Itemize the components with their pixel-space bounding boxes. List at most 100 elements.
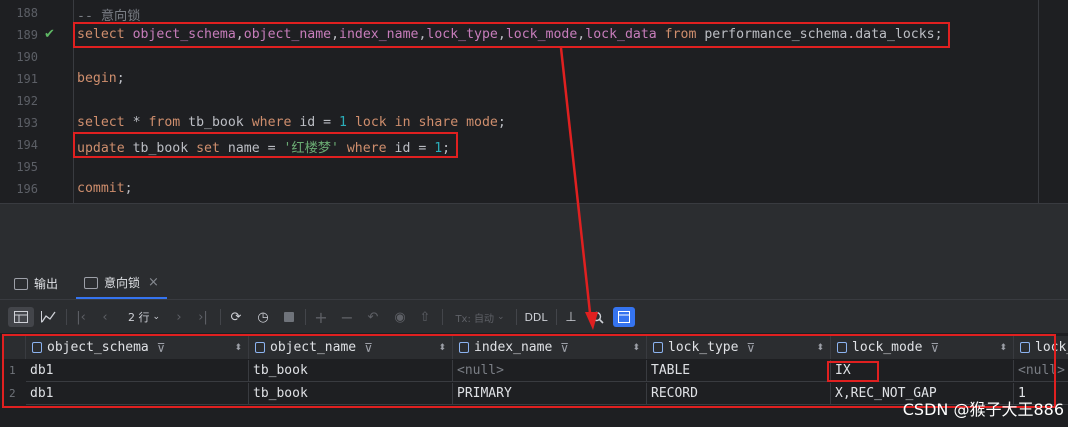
previous-page-icon[interactable]: ‹ xyxy=(96,307,114,327)
column-header-label: lock_mode xyxy=(852,340,923,355)
ddl-button[interactable]: DDL xyxy=(522,307,550,327)
table-icon xyxy=(84,276,98,289)
result-tabs: 输出 意向锁 × xyxy=(0,268,1068,300)
column-icon xyxy=(32,342,42,353)
filter-icon[interactable]: ⊽ xyxy=(746,341,755,355)
table-cell[interactable]: TABLE xyxy=(647,360,831,382)
code-token: select xyxy=(77,27,133,42)
table-cell[interactable]: tb_book xyxy=(249,383,453,405)
code-token: from xyxy=(656,27,705,42)
sql-editor[interactable]: 188 -- 意向锁 189 ✔ select object_schema,object… xyxy=(0,0,1068,203)
tab-result-intent-lock[interactable]: 意向锁 × xyxy=(76,268,167,299)
grid-corner[interactable] xyxy=(4,336,26,359)
close-icon[interactable]: × xyxy=(148,275,159,290)
sort-icon[interactable]: ⬍ xyxy=(816,343,824,353)
table-view-icon[interactable] xyxy=(8,307,34,327)
code-token: from xyxy=(148,115,181,130)
column-header-label: object_name xyxy=(270,340,357,355)
table-cell[interactable]: db1 xyxy=(26,360,249,382)
table-cell[interactable]: PRIMARY xyxy=(453,383,647,405)
sort-icon[interactable]: ⬍ xyxy=(999,343,1007,353)
code-line[interactable]: 196 commit; xyxy=(0,179,1068,201)
result-toolbar: |‹ ‹ 2 行 ⌄ › ›| ⟳ ◷ + − ↶ ◉ ⇧ Tx: 自动 ⌄ D… xyxy=(0,300,1068,333)
column-header-index-name[interactable]: index_name ⊽ ⬍ xyxy=(453,336,647,359)
code-token: performance_schema.data_locks; xyxy=(704,27,943,42)
sort-icon[interactable]: ⬍ xyxy=(632,343,640,353)
chevron-down-icon: ⌄ xyxy=(497,312,505,322)
row-count-label: 2 行 xyxy=(127,311,150,324)
code-token: name = xyxy=(219,141,284,156)
code-line[interactable]: 195 xyxy=(0,157,1068,179)
code-token: ; xyxy=(124,181,133,196)
last-page-icon[interactable]: ›| xyxy=(194,307,212,327)
column-header-lock-type[interactable]: lock_type ⊽ ⬍ xyxy=(647,336,831,359)
filter-icon[interactable]: ⊽ xyxy=(157,341,166,355)
chart-view-icon[interactable] xyxy=(38,307,58,327)
column-header-object-name[interactable]: object_name ⊽ ⬍ xyxy=(249,336,453,359)
pin-icon[interactable]: ⊥ xyxy=(562,307,580,327)
submit-icon[interactable]: ⇧ xyxy=(416,307,434,327)
code-token: object_name xyxy=(243,27,332,42)
panel-divider xyxy=(0,203,1068,268)
code-token: lock in share mode xyxy=(347,115,498,130)
console-icon xyxy=(14,277,28,290)
code-token: id = xyxy=(291,115,340,130)
row-number[interactable]: 2 xyxy=(0,383,26,405)
row-number[interactable]: 1 xyxy=(0,360,26,382)
filter-icon[interactable]: ⊽ xyxy=(930,341,939,355)
search-icon[interactable] xyxy=(588,307,606,327)
line-number: 189 xyxy=(16,28,38,42)
column-header-label: lock_data xyxy=(1035,340,1068,355)
stop-icon[interactable] xyxy=(280,307,298,327)
layout-toggle-icon[interactable] xyxy=(613,307,635,327)
table-cell[interactable]: <null> xyxy=(1014,360,1068,382)
watermark: CSDN @猴子大王886 xyxy=(902,400,1064,419)
column-header-lock-mode[interactable]: lock_mode ⊽ ⬍ xyxy=(831,336,1014,359)
delete-row-icon[interactable]: − xyxy=(338,307,356,327)
table-cell[interactable]: IX xyxy=(831,360,1014,382)
code-token: where xyxy=(251,115,292,130)
code-line[interactable]: 189 ✔ select object_schema,object_name,ind… xyxy=(0,25,1068,47)
table-cell[interactable]: tb_book xyxy=(249,360,453,382)
line-number: 195 xyxy=(16,160,38,174)
toolbar-separator xyxy=(220,309,221,325)
toolbar-separator xyxy=(66,309,67,325)
code-text: begin; xyxy=(77,71,125,86)
refresh-icon[interactable]: ⟳ xyxy=(226,307,246,327)
code-line[interactable]: 188 -- 意向锁 xyxy=(0,3,1068,25)
code-line[interactable]: 192 xyxy=(0,91,1068,113)
code-token: '红楼梦' xyxy=(283,141,339,156)
sort-icon[interactable]: ⬍ xyxy=(234,343,242,353)
code-token: select xyxy=(77,115,125,130)
revert-icon[interactable]: ↶ xyxy=(364,307,382,327)
next-page-icon[interactable]: › xyxy=(170,307,188,327)
code-line[interactable]: 193 select * from tb_book where id = 1 lo… xyxy=(0,113,1068,135)
code-token: , xyxy=(497,27,506,42)
first-page-icon[interactable]: |‹ xyxy=(72,307,90,327)
filter-icon[interactable]: ⊽ xyxy=(560,341,569,355)
code-token: * xyxy=(124,115,149,130)
row-count-dropdown[interactable]: 2 行 ⌄ xyxy=(122,307,166,327)
column-icon xyxy=(459,342,469,353)
code-line[interactable]: 191 begin; xyxy=(0,69,1068,91)
add-row-icon[interactable]: + xyxy=(312,307,330,327)
result-grid: object_schema ⊽ ⬍ object_name ⊽ ⬍ index_name ⊽ ⬍… xyxy=(0,334,1068,427)
filter-icon[interactable]: ⊽ xyxy=(364,341,373,355)
sort-icon[interactable]: ⬍ xyxy=(438,343,446,353)
table-cell[interactable]: RECORD xyxy=(647,383,831,405)
table-cell[interactable]: db1 xyxy=(26,383,249,405)
history-icon[interactable]: ◷ xyxy=(252,307,274,327)
table-cell[interactable]: <null> xyxy=(453,360,647,382)
code-text: commit; xyxy=(77,181,133,196)
tab-result-label: 意向锁 xyxy=(104,276,141,290)
code-token: begin xyxy=(77,71,117,86)
code-line[interactable]: 194 update tb_book set name = '红楼梦' where… xyxy=(0,135,1068,157)
tab-output[interactable]: 输出 xyxy=(14,268,58,299)
code-text: -- 意向锁 xyxy=(77,5,140,24)
column-header-lock-data[interactable]: lock_data xyxy=(1014,336,1068,359)
transaction-mode-dropdown[interactable]: Tx: 自动 ⌄ xyxy=(452,307,508,327)
column-icon xyxy=(255,342,265,353)
code-line[interactable]: 190 xyxy=(0,47,1068,69)
column-header-object-schema[interactable]: object_schema ⊽ ⬍ xyxy=(26,336,249,359)
preview-changes-icon[interactable]: ◉ xyxy=(390,307,410,327)
